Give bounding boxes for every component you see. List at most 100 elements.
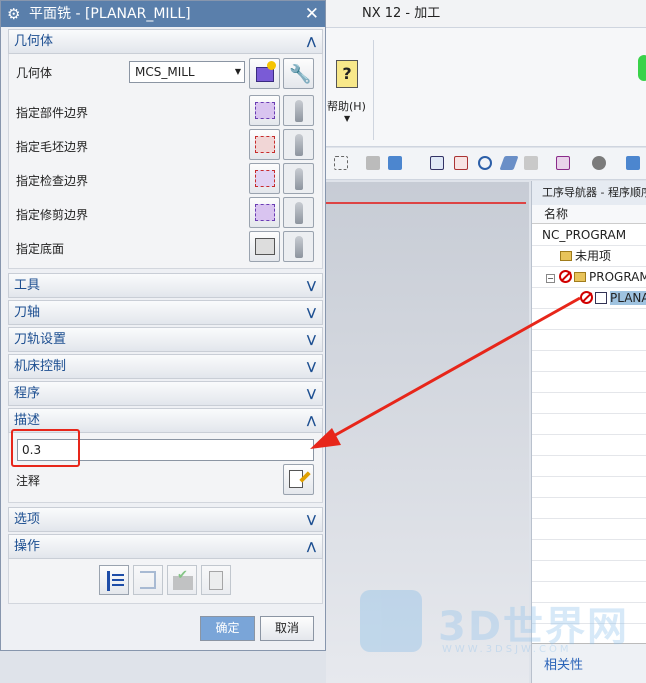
trim-boundary-icon: [255, 204, 275, 221]
section-machine-control[interactable]: 机床控制 ⋁: [8, 354, 323, 379]
dependencies-label[interactable]: 相关性: [544, 654, 583, 673]
solid-icon[interactable]: [388, 156, 402, 170]
view-cube-icon[interactable]: [626, 156, 640, 170]
specify-check-boundary-button[interactable]: [249, 163, 280, 194]
note-label: 注释: [16, 474, 41, 488]
nav-row-empty: [532, 331, 646, 351]
nav-row-program[interactable]: − PROGRAM: [532, 268, 646, 288]
nav-row-empty: [532, 352, 646, 372]
nx-window-title: NX 12 - 加工: [326, 0, 646, 27]
display-floor-button[interactable]: [283, 231, 314, 262]
measure-icon[interactable]: [524, 156, 538, 170]
nav-row-nc-program[interactable]: NC_PROGRAM: [532, 226, 646, 246]
zoom-icon[interactable]: [454, 156, 468, 170]
geometry-label: 几何体: [16, 66, 53, 80]
navigator-column-header[interactable]: 名称: [532, 205, 646, 224]
flashlight-icon: [295, 168, 303, 190]
actions-panel: [8, 559, 323, 604]
replay-button[interactable]: [133, 565, 163, 595]
geometry-value: MCS_MILL: [135, 65, 195, 79]
gear-icon: ⚙: [7, 5, 21, 23]
graphics-area[interactable]: [326, 182, 529, 683]
section-path-settings-label: 刀轨设置: [14, 332, 67, 347]
fit-view-icon[interactable]: [430, 156, 444, 170]
pan-icon[interactable]: [499, 156, 519, 170]
section-geometry[interactable]: 几何体 ⋀: [8, 29, 323, 54]
generate-button[interactable]: [99, 565, 129, 595]
new-geometry-button[interactable]: [249, 58, 280, 89]
shaded-icon[interactable]: [366, 156, 380, 170]
section-options-label: 选项: [14, 512, 41, 527]
nav-row-empty: [532, 583, 646, 603]
section-actions[interactable]: 操作 ⋀: [8, 534, 323, 559]
blank-boundary-icon: [255, 136, 275, 153]
specify-part-boundary-button[interactable]: [249, 95, 280, 126]
display-blank-boundary-button[interactable]: [283, 129, 314, 160]
planar-mill-dialog: ⚙ 平面铣 - [PLANAR_MILL] ✕ 几何体 ⋀ 几何体 MCS_MI…: [0, 0, 326, 651]
nav-row-empty: [532, 541, 646, 561]
section-actions-label: 操作: [14, 539, 41, 554]
help-menu-button[interactable]: ? 帮助(H) ▼: [327, 58, 372, 124]
verify-button[interactable]: ✔: [167, 565, 197, 595]
display-part-boundary-button[interactable]: [283, 95, 314, 126]
dialog-title: 平面铣 - [PLANAR_MILL]: [29, 6, 191, 22]
section-description-label: 描述: [14, 413, 41, 428]
specify-floor-button[interactable]: [249, 231, 280, 262]
display-trim-boundary-button[interactable]: [283, 197, 314, 228]
edit-geometry-button[interactable]: 🔧: [283, 58, 314, 89]
dialog-title-bar[interactable]: ⚙ 平面铣 - [PLANAR_MILL] ✕: [1, 1, 325, 27]
nav-row-empty: [532, 520, 646, 540]
nav-row-unused[interactable]: 未用项: [532, 247, 646, 267]
section-program[interactable]: 程序 ⋁: [8, 381, 323, 406]
section-tool-label: 工具: [14, 278, 41, 293]
close-icon[interactable]: ✕: [305, 1, 319, 27]
select-box-icon[interactable]: [334, 156, 348, 170]
specify-trim-boundary-button[interactable]: [249, 197, 280, 228]
section-options[interactable]: 选项 ⋁: [8, 507, 323, 532]
blank-boundary-label: 指定毛坯边界: [16, 140, 89, 154]
floor-icon: [255, 238, 275, 255]
floor-label: 指定底面: [16, 242, 65, 256]
help-icon: ?: [336, 60, 358, 88]
section-tool[interactable]: 工具 ⋁: [8, 273, 323, 298]
list-button[interactable]: [201, 565, 231, 595]
section-tool-axis[interactable]: 刀轴 ⋁: [8, 300, 323, 325]
geometry-select[interactable]: MCS_MILL ▼: [129, 61, 245, 83]
flashlight-icon: [295, 236, 303, 258]
star-icon: [267, 61, 276, 70]
navigator-title: 工序导航器 - 程序顺序: [532, 181, 646, 205]
nav-row-empty: [532, 499, 646, 519]
section-geometry-label: 几何体: [14, 34, 54, 49]
chevron-up-icon: ⋀: [306, 414, 316, 427]
list-icon: [209, 571, 223, 590]
nav-row-empty: [532, 457, 646, 477]
annotation-highlight-box: [11, 429, 80, 467]
chevron-down-icon: ⋁: [306, 387, 316, 400]
chevron-down-icon: ▼: [234, 67, 241, 76]
check-boundary-icon: [255, 170, 275, 187]
ok-button[interactable]: 确定: [200, 616, 255, 641]
layer-icon[interactable]: [556, 156, 570, 170]
ribbon-separator: [373, 40, 374, 140]
help-label: 帮助(H): [327, 100, 366, 113]
no-entry-icon: [559, 270, 572, 283]
rotate-icon[interactable]: [478, 156, 492, 170]
display-check-boundary-button[interactable]: [283, 163, 314, 194]
cancel-button[interactable]: 取消: [260, 616, 314, 641]
flashlight-icon: [295, 100, 303, 122]
check-boundary-label: 指定检查边界: [16, 174, 89, 188]
chevron-up-icon: ⋀: [306, 540, 316, 553]
part-boundary-label: 指定部件边界: [16, 106, 89, 120]
chevron-down-icon: ⋁: [306, 306, 316, 319]
nav-row-planar-mill[interactable]: PLANAR_MILL: [532, 289, 646, 309]
nav-row-empty: [532, 436, 646, 456]
edit-note-button[interactable]: [283, 464, 314, 495]
nav-row-empty: [532, 604, 646, 624]
operation-navigator: 工序导航器 - 程序顺序 名称 NC_PROGRAM 未用项 − PROGRAM …: [531, 181, 646, 683]
render-style-icon[interactable]: [592, 156, 606, 170]
specify-blank-boundary-button[interactable]: [249, 129, 280, 160]
generate-icon: [107, 571, 110, 591]
collapse-icon[interactable]: −: [546, 274, 555, 283]
section-path-settings[interactable]: 刀轨设置 ⋁: [8, 327, 323, 352]
nav-row-empty: [532, 373, 646, 393]
